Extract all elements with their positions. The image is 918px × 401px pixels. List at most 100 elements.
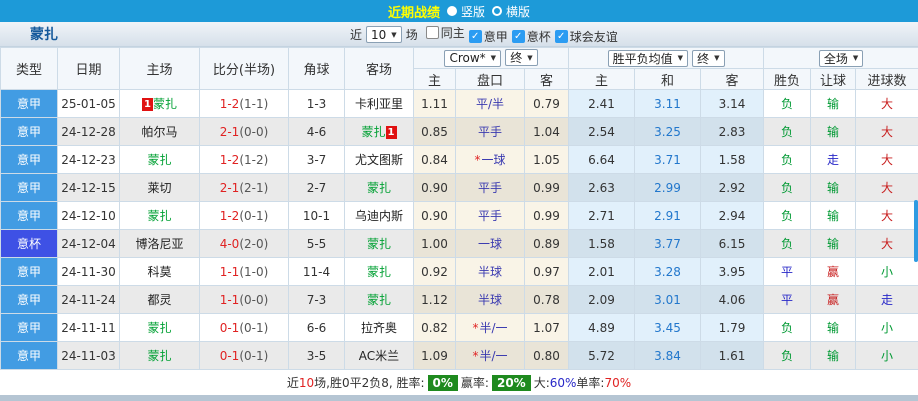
header-odds-lose: 客 — [701, 69, 764, 90]
odds-lose-cell: 2.92 — [701, 174, 764, 202]
footer-segment: 单率: — [576, 374, 604, 391]
filter-controls: 近 10 ▼ 场 同主✓意甲✓意杯✓球会友谊 — [350, 22, 618, 47]
scrollbar-thumb[interactable] — [914, 200, 918, 262]
wdl-type-select[interactable]: 胜平负均值 ▼ — [608, 50, 688, 67]
away-team-cell: 蒙扎 — [345, 174, 414, 202]
radio-horizontal-label: 横版 — [506, 3, 530, 20]
ah-home-odds-cell: 1.09 — [414, 342, 456, 370]
bottom-strip — [0, 395, 918, 401]
home-team-cell: 蒙扎 — [120, 314, 200, 342]
checkbox-球会友谊[interactable]: ✓球会友谊 — [555, 28, 618, 45]
team-name-text: 蒙扎 — [367, 293, 391, 307]
odds-win-cell: 2.41 — [569, 90, 635, 118]
checkbox-icon[interactable]: ✓ — [555, 30, 568, 43]
checkbox-icon[interactable] — [426, 26, 439, 39]
odds-draw-cell: 2.91 — [635, 202, 701, 230]
wdl-time-select[interactable]: 终 ▼ — [692, 50, 724, 67]
competition-cell: 意甲 — [1, 286, 58, 314]
home-team-cell: 帕尔马 — [120, 118, 200, 146]
odds-time-select[interactable]: 终 ▼ — [505, 49, 537, 66]
ah-home-odds-cell: 0.85 — [414, 118, 456, 146]
table-row[interactable]: 意甲24-12-23蒙扎1-2(1-2)3-7尤文图斯0.84*一球1.056.… — [1, 146, 918, 174]
odds-win-cell: 4.89 — [569, 314, 635, 342]
recent-label: 近 — [350, 26, 362, 43]
table-row[interactable]: 意甲25-01-051蒙扎1-2(1-1)1-3卡利亚里1.11平/半0.792… — [1, 90, 918, 118]
goals-result-cell: 小 — [856, 258, 918, 286]
team-name-text: 蒙扎 — [147, 209, 171, 223]
team-name-text: AC米兰 — [359, 349, 399, 363]
ah-away-odds-cell: 0.78 — [525, 286, 569, 314]
radio-horizontal-layout[interactable]: 横版 — [492, 3, 530, 20]
checkbox-label: 同主 — [441, 24, 465, 41]
table-row[interactable]: 意甲24-12-28帕尔马2-1(0-0)4-6蒙扎10.85平手1.042.5… — [1, 118, 918, 146]
odds-lose-cell: 3.95 — [701, 258, 764, 286]
team-name: 蒙扎 — [30, 24, 58, 44]
table-row[interactable]: 意杯24-12-04博洛尼亚4-0(2-0)5-5蒙扎1.00一球0.891.5… — [1, 230, 918, 258]
odds-draw-cell: 3.01 — [635, 286, 701, 314]
odds-win-cell: 5.72 — [569, 342, 635, 370]
radio-selected-icon[interactable] — [447, 6, 457, 16]
away-team-cell: 尤文图斯 — [345, 146, 414, 174]
ah-away-odds-cell: 0.99 — [525, 202, 569, 230]
date-cell: 24-12-28 — [58, 118, 120, 146]
odds-draw-cell: 3.28 — [635, 258, 701, 286]
ah-away-odds-cell: 0.99 — [525, 174, 569, 202]
header-type: 类型 — [1, 48, 58, 90]
chevron-down-icon: ▼ — [714, 54, 719, 62]
radio-unselected-icon[interactable] — [492, 6, 502, 16]
ah-line-cell: 半球 — [456, 286, 525, 314]
recent-count-select[interactable]: 10 ▼ — [366, 26, 402, 43]
checkbox-同主[interactable]: 同主 — [426, 24, 465, 41]
radio-vertical-layout[interactable]: 竖版 — [447, 3, 485, 20]
team-name-text: 蒙扎 — [147, 153, 171, 167]
chevron-down-icon: ▼ — [853, 54, 858, 62]
odds-win-cell: 2.54 — [569, 118, 635, 146]
team-name-text: 帕尔马 — [141, 125, 177, 139]
header-ah-home: 主 — [414, 69, 456, 90]
ah-away-odds-cell: 0.79 — [525, 90, 569, 118]
ah-line-cell: 半球 — [456, 258, 525, 286]
score-cell: 0-1(0-1) — [200, 342, 289, 370]
team-name-text: 尤文图斯 — [355, 153, 403, 167]
team-name-text: 蒙扎 — [361, 125, 385, 139]
header-home: 主场 — [120, 48, 200, 90]
ah-line-cell: 平手 — [456, 202, 525, 230]
red-card-badge: 1 — [142, 98, 153, 111]
result-cell: 负 — [764, 174, 811, 202]
corner-cell: 3-7 — [289, 146, 345, 174]
table-row[interactable]: 意甲24-11-30科莫1-1(1-0)11-4蒙扎0.92半球0.972.01… — [1, 258, 918, 286]
home-team-cell: 莱切 — [120, 174, 200, 202]
table-row[interactable]: 意甲24-11-03蒙扎0-1(0-1)3-5AC米兰1.09*半/一0.805… — [1, 342, 918, 370]
table-row[interactable]: 意甲24-12-10蒙扎1-2(0-1)10-1乌迪内斯0.90平手0.992.… — [1, 202, 918, 230]
ah-away-odds-cell: 1.07 — [525, 314, 569, 342]
ah-away-odds-cell: 0.97 — [525, 258, 569, 286]
away-team-cell: 乌迪内斯 — [345, 202, 414, 230]
result-cell: 负 — [764, 118, 811, 146]
date-cell: 24-12-15 — [58, 174, 120, 202]
team-name-text: 乌迪内斯 — [355, 209, 403, 223]
odds-lose-cell: 6.15 — [701, 230, 764, 258]
checkbox-icon[interactable]: ✓ — [469, 30, 482, 43]
corner-cell: 4-6 — [289, 118, 345, 146]
header-handicap-result: 让球 — [811, 69, 856, 90]
table-row[interactable]: 意甲24-12-15莱切2-1(2-1)2-7蒙扎0.90平手0.992.632… — [1, 174, 918, 202]
corner-cell: 1-3 — [289, 90, 345, 118]
score-cell: 1-2(1-1) — [200, 90, 289, 118]
checkbox-icon[interactable]: ✓ — [512, 30, 525, 43]
table-header: 类型 日期 主场 比分(半场) 角球 客场 Crow* ▼ 终 ▼ 胜平负均值 … — [1, 48, 918, 90]
table-row[interactable]: 意甲24-11-24都灵1-1(0-0)7-3蒙扎1.12半球0.782.093… — [1, 286, 918, 314]
corner-cell: 10-1 — [289, 202, 345, 230]
team-name-text: 蒙扎 — [367, 237, 391, 251]
team-name-text: 蒙扎 — [153, 97, 177, 111]
scope-select[interactable]: 全场 ▼ — [819, 50, 863, 67]
table-row[interactable]: 意甲24-11-11蒙扎0-1(0-1)6-6拉齐奥0.82*半/一1.074.… — [1, 314, 918, 342]
team-name-text: 蒙扎 — [367, 181, 391, 195]
goals-result-cell: 大 — [856, 118, 918, 146]
result-cell: 负 — [764, 90, 811, 118]
chevron-down-icon: ▼ — [491, 54, 496, 62]
checkbox-意甲[interactable]: ✓意甲 — [469, 28, 508, 45]
odds-company-select[interactable]: Crow* ▼ — [444, 50, 501, 67]
odds-company-value: Crow* — [449, 51, 485, 65]
corner-cell: 6-6 — [289, 314, 345, 342]
checkbox-意杯[interactable]: ✓意杯 — [512, 28, 551, 45]
